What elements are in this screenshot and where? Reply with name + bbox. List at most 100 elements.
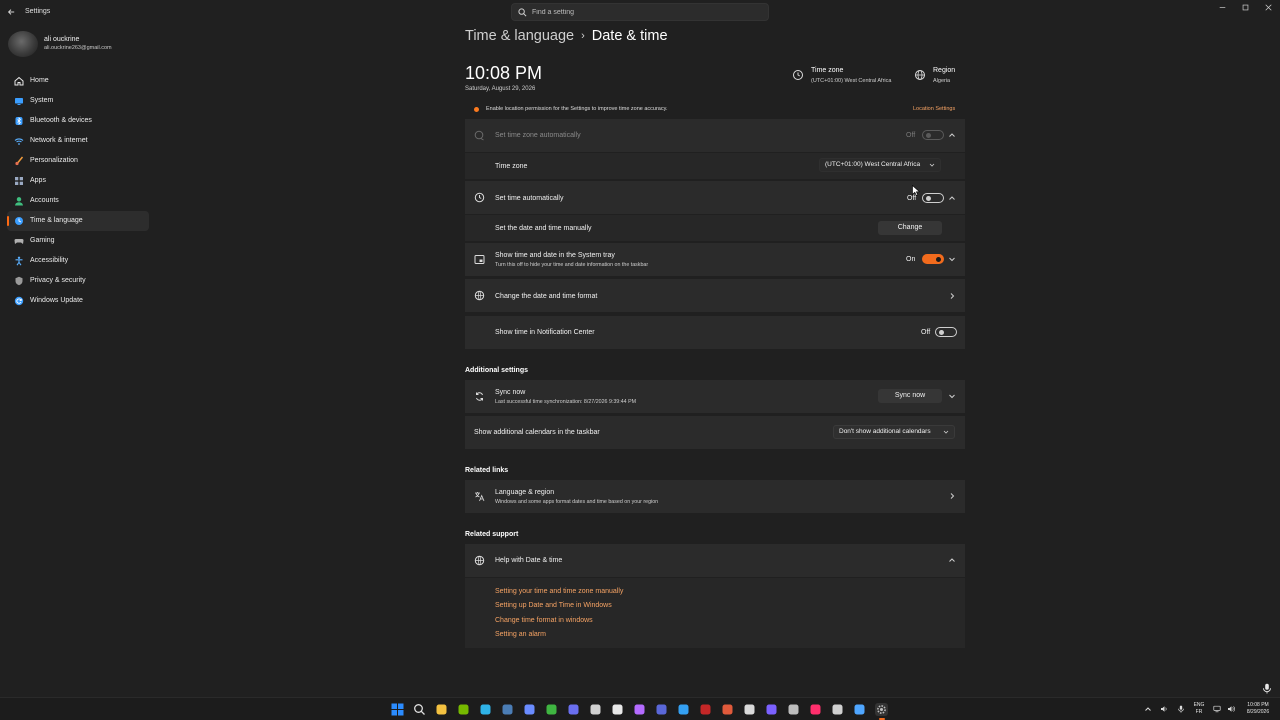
calendars-row: Show additional calendars in the taskbar… xyxy=(465,416,965,449)
tray-time[interactable]: 10:08 PM xyxy=(1240,702,1276,708)
chrome-icon[interactable] xyxy=(743,703,756,716)
language-icon xyxy=(475,492,485,502)
help-link-manual-time[interactable]: Setting your time and time zone manually xyxy=(495,588,623,595)
chevron-up-icon[interactable] xyxy=(1144,705,1152,713)
timezone-icon xyxy=(793,70,803,80)
tray-toggle[interactable] xyxy=(922,254,944,264)
app-title: Settings xyxy=(25,8,51,15)
nvidia-icon[interactable] xyxy=(457,703,470,716)
maximize-button[interactable] xyxy=(1234,2,1256,16)
taskbar-calendar-icon xyxy=(474,255,485,264)
taskbar: ENG FR 10:08 PM 8/29/2026 xyxy=(0,697,1280,720)
sidebar-item-bluetooth[interactable]: Bluetooth & devices xyxy=(7,111,149,131)
chevron-down-icon[interactable] xyxy=(948,392,956,400)
toggle-knob xyxy=(939,330,944,335)
toggle-knob xyxy=(936,257,941,262)
current-time: 10:08 PM xyxy=(465,63,543,83)
time-auto-label: Set time automatically xyxy=(495,195,564,202)
minimize-button[interactable] xyxy=(1211,2,1233,16)
sidebar-item-windows-update[interactable]: Windows Update xyxy=(7,291,149,311)
speaker-icon[interactable] xyxy=(1227,705,1235,713)
sync-label: Sync now xyxy=(495,389,526,396)
current-date: Saturday, August 29, 2026 xyxy=(465,86,536,92)
editor-icon[interactable] xyxy=(765,703,778,716)
tray-date[interactable]: 8/29/2026 xyxy=(1240,709,1276,715)
language-region-row[interactable]: Language & region Windows and some apps … xyxy=(465,480,965,513)
tz-auto-state: Off xyxy=(906,132,916,139)
xbox-icon[interactable] xyxy=(545,703,558,716)
location-settings-link[interactable]: Location Settings xyxy=(913,106,955,112)
calendars-dropdown[interactable]: Don't show additional calendars xyxy=(833,425,955,439)
avatar[interactable] xyxy=(8,31,38,57)
search-box[interactable] xyxy=(511,3,769,21)
tray-state: On xyxy=(906,256,916,263)
microphone-tray-icon[interactable] xyxy=(1177,705,1185,713)
sidebar-item-time-language[interactable]: Time & language xyxy=(7,211,149,231)
search-input[interactable] xyxy=(532,6,762,18)
sidebar-nav: Home System Bluetooth & devices Network … xyxy=(7,71,149,311)
help-link-time-format[interactable]: Change time format in windows xyxy=(495,617,593,624)
google-icon[interactable] xyxy=(611,703,624,716)
remote-icon[interactable] xyxy=(853,703,866,716)
epic-icon[interactable] xyxy=(589,703,602,716)
steam-icon[interactable] xyxy=(501,703,514,716)
notif-toggle[interactable] xyxy=(935,327,957,337)
mouse-cursor-icon xyxy=(912,185,920,196)
network-icon[interactable] xyxy=(1213,705,1221,713)
format-row[interactable]: Change the date and time format xyxy=(465,279,965,312)
start-icon[interactable] xyxy=(391,703,404,716)
help-globe-icon xyxy=(474,555,485,566)
sidebar-item-label: Bluetooth & devices xyxy=(30,117,92,124)
language-region-label: Language & region xyxy=(495,489,555,496)
search-icon[interactable] xyxy=(413,703,426,716)
back-arrow-icon xyxy=(7,9,15,15)
sidebar-item-system[interactable]: System xyxy=(7,91,149,111)
chevron-down-icon[interactable] xyxy=(948,255,956,263)
discord-icon[interactable] xyxy=(567,703,580,716)
chevron-up-icon[interactable] xyxy=(948,131,956,139)
sidebar-item-home[interactable]: Home xyxy=(7,71,149,91)
sidebar-item-accessibility[interactable]: Accessibility xyxy=(7,251,149,271)
file-explorer-icon[interactable] xyxy=(435,703,448,716)
help-row[interactable]: Help with Date & time xyxy=(465,544,965,577)
sidebar-item-accounts[interactable]: Accounts xyxy=(7,191,149,211)
warning-dot-icon xyxy=(474,107,479,112)
tools-icon[interactable] xyxy=(721,703,734,716)
red-app-icon[interactable] xyxy=(699,703,712,716)
media-icon[interactable] xyxy=(831,703,844,716)
capture-icon[interactable] xyxy=(787,703,800,716)
help-link-setup-date-time[interactable]: Setting up Date and Time in Windows xyxy=(495,602,612,609)
breadcrumb-parent[interactable]: Time & language xyxy=(465,28,574,44)
globe-icon[interactable] xyxy=(523,703,536,716)
sidebar-item-gaming[interactable]: Gaming xyxy=(7,231,149,251)
tz-auto-toggle[interactable] xyxy=(922,130,944,140)
region-globe-icon xyxy=(915,70,925,80)
sync-now-button[interactable]: Sync now xyxy=(878,389,942,403)
obs-icon[interactable] xyxy=(633,703,646,716)
sidebar-item-network[interactable]: Network & internet xyxy=(7,131,149,151)
tiktok-icon[interactable] xyxy=(809,703,822,716)
shield-icon xyxy=(15,276,23,286)
change-button[interactable]: Change xyxy=(878,221,942,235)
close-button[interactable] xyxy=(1257,2,1279,16)
toggle-knob xyxy=(926,196,931,201)
help-link-alarm[interactable]: Setting an alarm xyxy=(495,631,546,638)
volume-icon[interactable] xyxy=(1160,705,1168,713)
microphone-icon[interactable] xyxy=(1262,683,1272,694)
keyboard-layout[interactable]: FR xyxy=(1190,709,1208,715)
input-language[interactable]: ENG xyxy=(1190,702,1208,708)
edge-icon[interactable] xyxy=(479,703,492,716)
chevron-up-icon[interactable] xyxy=(948,194,956,202)
region-value: Algeria xyxy=(933,78,951,84)
sidebar-item-privacy[interactable]: Privacy & security xyxy=(7,271,149,291)
sidebar-item-personalization[interactable]: Personalization xyxy=(7,151,149,171)
sidebar-item-apps[interactable]: Apps xyxy=(7,171,149,191)
time-zone-dropdown[interactable]: (UTC+01:00) West Central Africa xyxy=(819,158,941,172)
settings-icon[interactable] xyxy=(875,703,888,720)
time-zone-label: Time zone xyxy=(495,163,528,170)
app-purple-icon[interactable] xyxy=(655,703,668,716)
vpn-icon[interactable] xyxy=(677,703,690,716)
back-button[interactable] xyxy=(4,6,18,18)
time-auto-toggle[interactable] xyxy=(922,193,944,203)
sidebar-item-label: Gaming xyxy=(30,237,55,244)
